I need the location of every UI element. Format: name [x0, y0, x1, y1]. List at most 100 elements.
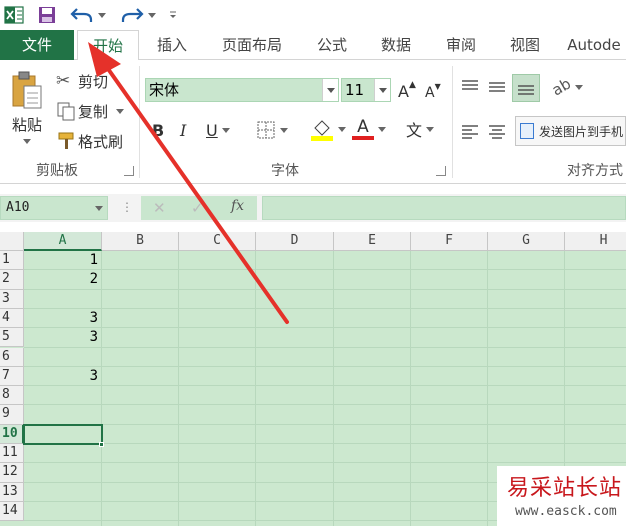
- format-painter-button[interactable]: 格式刷: [56, 130, 123, 152]
- alignment-group-label: 对齐方式: [567, 163, 623, 179]
- paint-bucket-icon: [311, 120, 333, 141]
- enter-icon[interactable]: ✓: [191, 199, 204, 217]
- cell-a5[interactable]: 3: [24, 328, 102, 347]
- paste-button[interactable]: 粘贴: [6, 70, 48, 150]
- formula-buttons: ✕ ✓ fx: [141, 196, 257, 220]
- grid-row-line: [24, 346, 626, 348]
- tab-insert[interactable]: 插入: [142, 30, 202, 60]
- text-orientation-icon: ab: [548, 74, 574, 100]
- font-size-select[interactable]: 11: [341, 78, 391, 102]
- cell-a2[interactable]: 2: [24, 270, 102, 289]
- cell-a1[interactable]: 1: [24, 251, 102, 270]
- borders-icon: [257, 121, 275, 139]
- column-header-a[interactable]: A: [24, 232, 102, 251]
- paste-icon: [12, 71, 42, 109]
- copy-label: 复制: [78, 102, 109, 121]
- underline-button[interactable]: U: [206, 118, 230, 142]
- fill-handle[interactable]: [99, 441, 104, 447]
- formula-input[interactable]: [262, 196, 626, 220]
- bold-button[interactable]: B: [152, 118, 164, 142]
- row-header-11[interactable]: 11: [0, 444, 24, 464]
- grid-column-line: [333, 251, 334, 526]
- send-image-to-phone-button[interactable]: 发送图片到手机: [515, 116, 626, 146]
- column-header-e[interactable]: E: [334, 232, 411, 251]
- grow-font-button[interactable]: A ▲: [398, 80, 416, 102]
- italic-button[interactable]: I: [180, 118, 186, 142]
- row-header-13[interactable]: 13: [0, 482, 24, 502]
- tab-data[interactable]: 数据: [366, 30, 426, 60]
- row-header-5[interactable]: 5: [0, 328, 24, 348]
- grid-row-line: [24, 269, 626, 271]
- grid-row-line: [24, 462, 626, 464]
- column-header-h[interactable]: H: [565, 232, 626, 251]
- excel-logo-icon[interactable]: [2, 4, 26, 26]
- watermark-url: www.easck.com: [515, 504, 617, 519]
- row-header-10[interactable]: 10: [0, 424, 24, 444]
- insert-function-button[interactable]: fx: [231, 198, 244, 214]
- row-header-1[interactable]: 1: [0, 251, 24, 271]
- row-header-4[interactable]: 4: [0, 308, 24, 329]
- column-header-g[interactable]: G: [488, 232, 565, 251]
- align-left-button[interactable]: [460, 120, 482, 142]
- tab-file[interactable]: 文件: [0, 30, 74, 60]
- name-box[interactable]: A10: [0, 196, 108, 220]
- grid-row-line: [24, 443, 626, 444]
- tab-view[interactable]: 视图: [495, 30, 555, 60]
- grid-row-line: [24, 307, 626, 309]
- row-header-12[interactable]: 12: [0, 463, 24, 483]
- caret-down-icon: ▼: [434, 82, 441, 91]
- row-header-8[interactable]: 8: [0, 386, 24, 406]
- align-bottom-icon: [518, 85, 534, 95]
- cell-a4[interactable]: 3: [24, 309, 102, 328]
- grid-column-line: [101, 251, 102, 526]
- align-center-button[interactable]: [487, 120, 509, 142]
- font-name-select[interactable]: 宋体: [145, 78, 339, 102]
- shrink-font-button[interactable]: A ▼: [425, 82, 441, 104]
- select-all-corner[interactable]: [0, 232, 24, 251]
- font-color-swatch: [352, 136, 374, 140]
- redo-button[interactable]: [118, 4, 158, 26]
- align-top-icon: [462, 80, 478, 90]
- align-bottom-button[interactable]: [512, 74, 540, 102]
- align-top-button[interactable]: [460, 76, 482, 98]
- column-header-d[interactable]: D: [256, 232, 334, 251]
- row-header-2[interactable]: 2: [0, 270, 24, 290]
- clipboard-group-label: 剪贴板: [36, 163, 78, 179]
- column-header-f[interactable]: F: [411, 232, 488, 251]
- caret-up-icon: ▲: [408, 80, 416, 90]
- formula-bar-grip-icon: ⋮: [121, 200, 133, 214]
- undo-icon: [70, 8, 93, 22]
- tab-autodesk[interactable]: Autode: [562, 30, 626, 60]
- tab-formulas[interactable]: 公式: [302, 30, 362, 60]
- font-color-button[interactable]: A: [352, 116, 386, 142]
- cell-a7[interactable]: 3: [24, 367, 102, 386]
- row-header-9[interactable]: 9: [0, 405, 24, 425]
- clipboard-dialog-launcher-icon[interactable]: [124, 166, 134, 176]
- align-middle-button[interactable]: [487, 76, 509, 98]
- row-header-7[interactable]: 7: [0, 366, 24, 387]
- fill-color-button[interactable]: [310, 116, 346, 142]
- grid-column-line: [178, 251, 179, 526]
- group-divider: [452, 66, 453, 178]
- cut-button[interactable]: ✂ 剪切: [56, 70, 108, 92]
- row-header-6[interactable]: 6: [0, 347, 24, 367]
- column-header-b[interactable]: B: [102, 232, 179, 251]
- quick-access-toolbar: [0, 0, 626, 30]
- orientation-button[interactable]: ab: [548, 74, 583, 100]
- phonetic-guide-button[interactable]: 文: [406, 116, 435, 142]
- cancel-icon[interactable]: ✕: [153, 199, 166, 217]
- row-header-14[interactable]: 14: [0, 501, 24, 522]
- tab-page-layout[interactable]: 页面布局: [210, 30, 294, 60]
- tab-home[interactable]: 开始: [77, 30, 139, 61]
- column-header-c[interactable]: C: [179, 232, 256, 251]
- undo-button[interactable]: [68, 4, 108, 26]
- customize-qat-icon[interactable]: [166, 4, 180, 26]
- save-icon[interactable]: [36, 4, 58, 26]
- row-header-3[interactable]: 3: [0, 289, 24, 309]
- scissors-icon: ✂: [56, 71, 71, 91]
- borders-button[interactable]: [256, 118, 288, 142]
- tab-review[interactable]: 审阅: [431, 30, 491, 60]
- font-dialog-launcher-icon[interactable]: [436, 166, 446, 176]
- copy-button[interactable]: 复制: [56, 100, 125, 122]
- highlight-swatch: [311, 136, 333, 141]
